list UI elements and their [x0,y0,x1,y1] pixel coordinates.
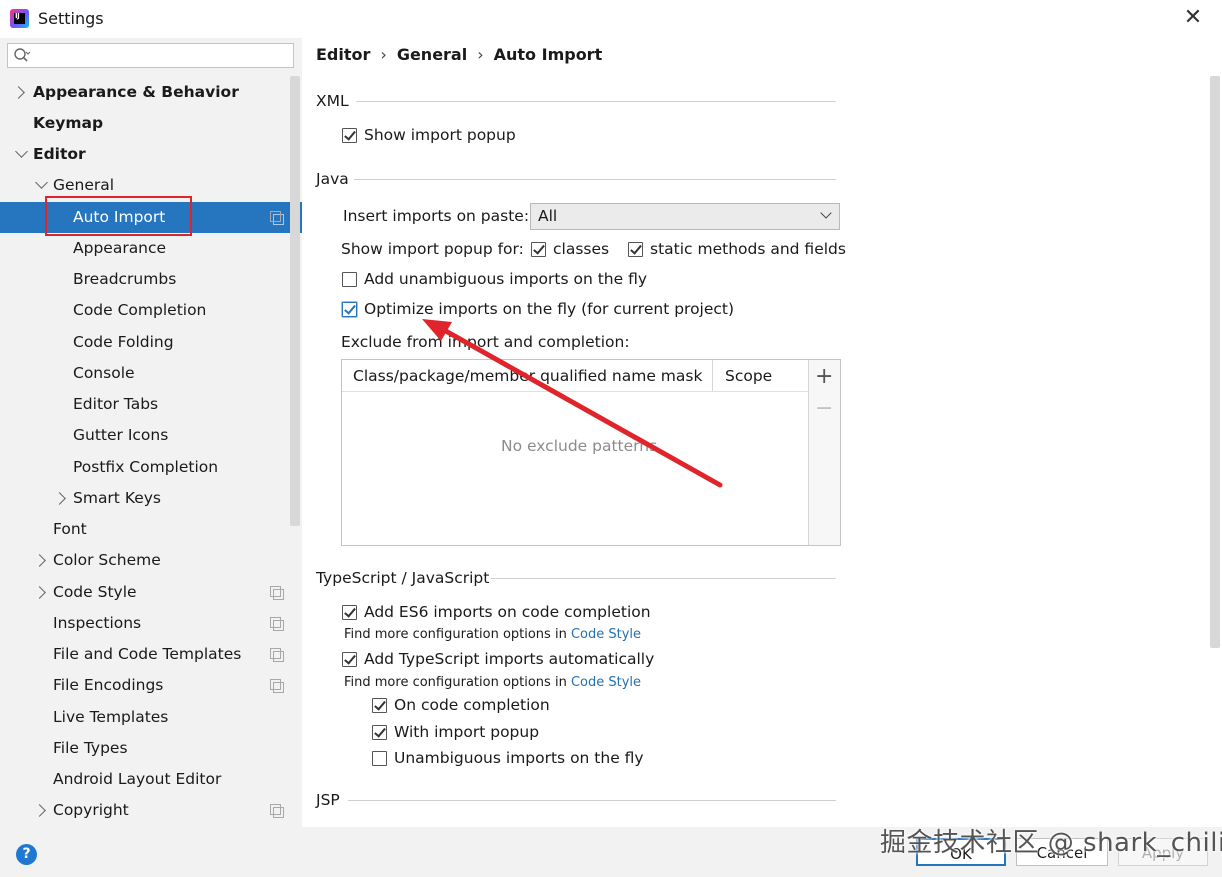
tree-item-appearance-behavior[interactable]: Appearance & Behavior [33,77,239,108]
show-popup-for-label: Show import popup for: [341,240,524,258]
close-icon[interactable]: ✕ [1178,4,1208,32]
tree-item-appearance[interactable]: Appearance [73,233,166,264]
hint-prefix: Find more configuration options in [344,627,571,642]
add-icon[interactable]: + [815,364,833,389]
section-divider [354,179,836,180]
on-code-completion-label[interactable]: On code completion [394,694,550,716]
add-unambiguous-label[interactable]: Add unambiguous imports on the fly [364,268,647,290]
hint-text: Find more configuration options in Code … [344,627,641,642]
breadcrumb: Editor › General › Auto Import [316,45,602,67]
search-icon[interactable] [13,47,31,65]
tree-item-editor[interactable]: Editor [33,139,86,170]
code-style-link[interactable]: Code Style [571,627,641,642]
project-scope-icon [270,804,284,818]
exclude-label: Exclude from import and completion: [341,333,630,351]
remove-icon[interactable]: − [815,396,833,421]
intellij-app-icon: IJ [10,9,29,28]
optimize-imports-label[interactable]: Optimize imports on the fly (for current… [364,298,734,320]
watermark-text: 掘金技术社区 @ shark_chili [880,828,1222,858]
show-import-popup-checkbox[interactable] [342,128,357,143]
unambiguous-imports-label[interactable]: Unambiguous imports on the fly [394,747,644,769]
insert-imports-label: Insert imports on paste: [343,207,530,225]
tree-item-android-layout-editor[interactable]: Android Layout Editor [53,764,221,795]
tree-item-console[interactable]: Console [73,358,135,389]
with-import-popup-label[interactable]: With import popup [394,721,539,743]
breadcrumb-item: Auto Import [493,45,603,64]
project-scope-icon [270,211,284,225]
project-scope-icon [270,679,284,693]
highlight-annotation-box [45,196,192,236]
project-scope-icon [270,586,284,600]
section-title-jsp: JSP [316,791,340,809]
static-methods-checkbox[interactable] [628,242,643,257]
tree-item-inspections[interactable]: Inspections [53,608,141,639]
tree-item-color-scheme[interactable]: Color Scheme [53,545,161,576]
column-header-scope[interactable]: Scope [725,365,772,387]
insert-imports-value: All [538,207,558,225]
section-title-java: Java [316,170,349,188]
search-input[interactable] [7,43,294,68]
code-style-link[interactable]: Code Style [571,675,641,690]
tree-item-breadcrumbs[interactable]: Breadcrumbs [73,264,176,295]
project-scope-icon [270,617,284,631]
with-import-popup-checkbox[interactable] [372,725,387,740]
ts-imports-label[interactable]: Add TypeScript imports automatically [364,648,654,670]
static-methods-label[interactable]: static methods and fields [650,238,846,260]
classes-label[interactable]: classes [553,238,609,260]
table-toolbar-divider [808,360,809,545]
section-title-typescript: TypeScript / JavaScript [316,569,490,587]
breadcrumb-item[interactable]: Editor [316,45,370,64]
project-scope-icon [270,648,284,662]
section-divider [491,578,836,579]
insert-imports-dropdown[interactable] [530,203,840,230]
tree-item-code-style[interactable]: Code Style [53,577,137,608]
tree-scrollbar[interactable] [290,76,300,526]
tree-item-live-templates[interactable]: Live Templates [53,702,168,733]
section-divider [356,101,836,102]
tree-item-smart-keys[interactable]: Smart Keys [73,483,161,514]
ts-imports-checkbox[interactable] [342,652,357,667]
content-scrollbar[interactable] [1210,76,1220,648]
tree-item-code-completion[interactable]: Code Completion [73,295,206,326]
tree-item-copyright[interactable]: Copyright [53,795,129,826]
tree-item-gutter-icons[interactable]: Gutter Icons [73,420,168,451]
table-empty-message: No exclude patterns [501,437,658,455]
on-code-completion-checkbox[interactable] [372,698,387,713]
hint-text: Find more configuration options in Code … [344,675,641,690]
classes-checkbox[interactable] [531,242,546,257]
add-unambiguous-checkbox[interactable] [342,272,357,287]
window-title: Settings [38,9,104,28]
tree-item-editor-tabs[interactable]: Editor Tabs [73,389,158,420]
column-divider [712,360,713,391]
breadcrumb-separator: › [380,45,387,64]
tree-item-file-types[interactable]: File Types [53,733,128,764]
help-icon[interactable]: ? [16,844,37,865]
tree-item-postfix-completion[interactable]: Postfix Completion [73,452,218,483]
section-title-xml: XML [316,92,349,110]
unambiguous-imports-checkbox[interactable] [372,751,387,766]
breadcrumb-separator: › [477,45,484,64]
title-bar [0,0,1222,38]
es6-imports-checkbox[interactable] [342,605,357,620]
optimize-imports-checkbox[interactable] [342,302,357,317]
hint-prefix: Find more configuration options in [344,675,571,690]
tree-item-file-encodings[interactable]: File Encodings [53,670,163,701]
section-divider [348,800,836,801]
tree-item-font[interactable]: Font [53,514,87,545]
es6-imports-label[interactable]: Add ES6 imports on code completion [364,601,651,623]
show-import-popup-label[interactable]: Show import popup [364,124,516,146]
tree-item-file-code-templates[interactable]: File and Code Templates [53,639,241,670]
column-header-mask[interactable]: Class/package/member qualified name mask [353,365,702,387]
tree-item-keymap[interactable]: Keymap [33,108,103,139]
tree-item-code-folding[interactable]: Code Folding [73,327,174,358]
breadcrumb-item[interactable]: General [397,45,467,64]
